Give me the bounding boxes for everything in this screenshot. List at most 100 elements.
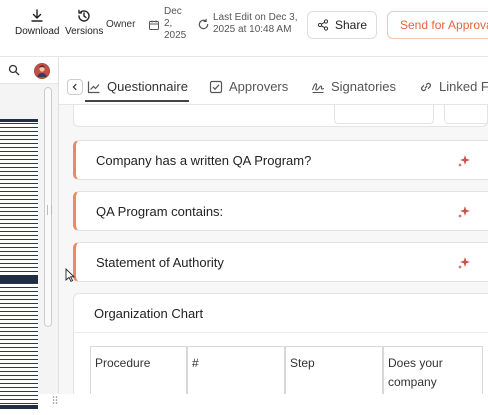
document-rule-line	[0, 343, 38, 344]
does-your-company-field[interactable]: Does your company	[383, 346, 483, 394]
document-header-band	[0, 405, 38, 409]
more-options-icon[interactable]: ⋮	[484, 152, 488, 168]
document-rule-line	[0, 211, 38, 212]
document-rule-line	[0, 159, 38, 160]
section-title: Statement of Authority	[96, 255, 224, 270]
document-rule-line	[0, 127, 38, 128]
mouse-cursor-icon	[65, 268, 75, 282]
download-button[interactable]: Download	[15, 8, 59, 37]
document-rule-line	[0, 327, 38, 328]
avatar[interactable]	[34, 63, 50, 79]
document-rule-line	[0, 135, 38, 136]
share-label: Share	[334, 18, 368, 32]
column-header: Does your company	[388, 356, 443, 389]
send-for-approval-label: Send for Approval	[400, 18, 488, 32]
column-header: #	[192, 356, 199, 370]
tab-label: Approvers	[229, 79, 289, 94]
send-for-approval-button[interactable]: Send for Approval	[387, 11, 488, 39]
document-rule-line	[0, 347, 38, 348]
document-rule-line	[0, 131, 38, 132]
tab-linked-files[interactable]: Linked Fi	[419, 79, 488, 94]
document-rule-line	[0, 291, 38, 292]
versions-label: Versions	[65, 26, 104, 37]
tab-approvers[interactable]: Approvers	[209, 79, 288, 94]
section-title: Company has a written QA Program?	[96, 153, 312, 168]
tab-signatories[interactable]: Signatories	[311, 79, 396, 94]
document-rule-line	[0, 167, 38, 168]
document-rule-line	[0, 243, 38, 244]
step-field[interactable]: Step	[285, 346, 383, 394]
section-qa-contains[interactable]: QA Program contains: ⋮	[73, 191, 488, 231]
owner-label: Owner	[106, 19, 136, 30]
document-rule-line	[0, 375, 38, 376]
document-rule-line	[0, 307, 38, 308]
document-rule-line	[0, 147, 38, 148]
drag-handle-icon[interactable]	[52, 395, 58, 405]
document-rule-line	[0, 163, 38, 164]
section-qa-program[interactable]: Company has a written QA Program? ⋮	[73, 140, 488, 180]
document-rule-line	[0, 231, 38, 232]
document-rule-line	[0, 299, 38, 300]
scrollbar-grip[interactable]	[47, 205, 52, 215]
document-rule-line	[0, 283, 38, 284]
tab-label: Linked Fi	[439, 79, 488, 94]
organization-chart-section: Organization Chart ⋮ Procedure # Step Do…	[73, 293, 488, 394]
share-icon	[317, 19, 329, 31]
document-rule-line	[0, 139, 38, 140]
previous-question-row	[73, 105, 488, 127]
document-rule-line	[0, 171, 38, 172]
tab-questionnaire[interactable]: Questionnaire	[87, 79, 188, 94]
tab-label: Questionnaire	[107, 79, 188, 94]
document-rule-line	[0, 351, 38, 352]
document-rule-line	[0, 235, 38, 236]
last-edit-line-1: Last Edit on Dec 3,	[213, 12, 298, 23]
collapse-panel-button[interactable]	[67, 79, 83, 95]
document-rule-line	[0, 143, 38, 144]
document-rule-line	[0, 355, 38, 356]
document-rule-line	[0, 403, 38, 404]
document-rule-line	[0, 247, 38, 248]
document-rule-line	[0, 251, 38, 252]
checkbox-icon	[209, 80, 223, 93]
document-rule-line	[0, 263, 38, 264]
active-tab-indicator	[85, 100, 189, 102]
share-button[interactable]: Share	[307, 11, 377, 39]
document-page-thumbnail	[0, 119, 38, 415]
previous-row-field[interactable]	[334, 105, 434, 124]
link-icon	[421, 82, 431, 91]
document-rule-line	[0, 199, 38, 200]
more-options-icon[interactable]: ⋮	[484, 203, 488, 219]
user-avatar-icon	[37, 65, 47, 77]
top-toolbar: Download Versions Owner Dec 2, 2025 Last…	[0, 0, 488, 57]
created-date: Dec 2, 2025	[148, 6, 188, 42]
tab-label: Signatories	[331, 79, 397, 94]
step-number-field[interactable]: #	[187, 346, 285, 394]
document-rule-line	[0, 155, 38, 156]
document-rule-line	[0, 371, 38, 372]
document-rule-line	[0, 179, 38, 180]
document-rule-line	[0, 267, 38, 268]
date-line-2: 2,	[164, 18, 173, 29]
sparkle-icon[interactable]	[456, 153, 472, 169]
document-rule-line	[0, 331, 38, 332]
more-options-icon[interactable]: ⋮	[484, 304, 488, 320]
section-statement-of-authority[interactable]: Statement of Authority ⋮	[73, 242, 488, 282]
sparkle-icon[interactable]	[456, 255, 472, 271]
document-rule-line	[0, 215, 38, 216]
chart-icon	[87, 81, 100, 93]
versions-button[interactable]: Versions	[65, 8, 103, 37]
procedure-field[interactable]: Procedure	[90, 346, 187, 394]
document-rule-line	[0, 123, 38, 124]
search-icon[interactable]	[8, 64, 20, 76]
document-rule-line	[0, 175, 38, 176]
more-options-icon[interactable]: ⋮	[484, 254, 488, 270]
document-rule-line	[0, 203, 38, 204]
document-rule-line	[0, 391, 38, 392]
document-rule-line	[0, 219, 38, 220]
previous-row-field[interactable]	[444, 105, 488, 124]
chevron-left-icon	[72, 83, 77, 91]
document-rule-line	[0, 395, 38, 396]
sparkle-icon[interactable]	[456, 204, 472, 220]
document-header-band	[0, 119, 38, 122]
document-rule-line	[0, 191, 38, 192]
